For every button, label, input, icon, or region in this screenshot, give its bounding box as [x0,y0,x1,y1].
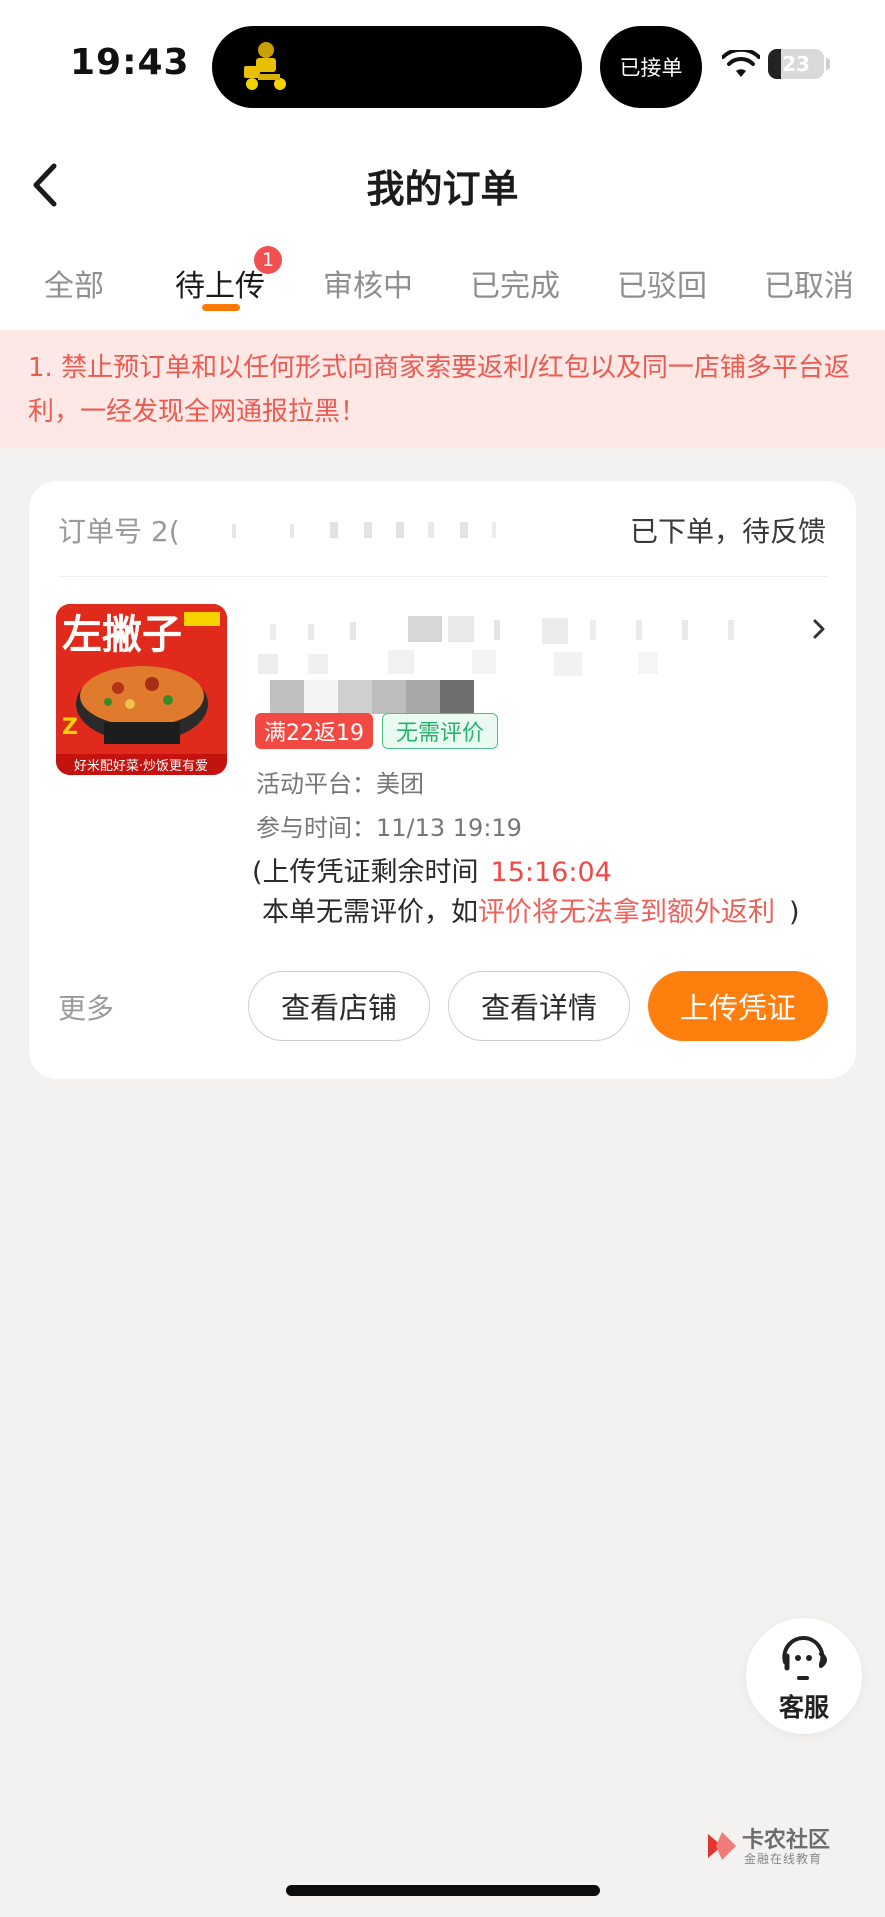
review-suffix: ) [789,897,800,928]
watermark-subtitle: 金融在线教育 [744,1852,823,1866]
view-shop-button[interactable]: 查看店铺 [248,971,430,1041]
rebate-tag: 满22返19 [255,713,373,749]
view-detail-button[interactable]: 查看详情 [448,971,630,1041]
battery-level [768,49,781,79]
battery-percent: 23 [782,52,810,76]
notice-text: 1. 禁止预订单和以任何形式向商家索要返利/红包以及同一店铺多平台返利，一经发现… [28,353,850,427]
upload-countdown-line: (上传凭证剩余时间 15:16:04 [252,850,612,889]
watermark-logo-icon [708,1832,736,1860]
more-button[interactable]: 更多 [58,987,114,1027]
tab-reviewing[interactable]: 审核中 [323,261,413,305]
activity-platform: 活动平台：美团 [256,770,424,798]
battery-cap [826,58,830,70]
review-warning-line: 本单无需评价，如评价将无法拿到额外返利) [262,890,800,929]
countdown-timer: 15:16:04 [490,857,612,888]
upload-proof-button[interactable]: 上传凭证 [648,971,828,1041]
chevron-right-icon[interactable] [812,618,826,640]
no-review-tag: 无需评价 [382,713,498,749]
tab-all[interactable]: 全部 [44,261,104,305]
redacted-shop-name [258,616,734,676]
tab-badge: 1 [254,246,282,274]
order-number: 订单号 2( [58,515,180,548]
divider [58,576,828,577]
tab-pending-upload[interactable]: 待上传 [175,261,265,305]
countdown-label: (上传凭证剩余时间 [252,857,479,888]
tab-completed[interactable]: 已完成 [470,261,560,305]
thumbnail-caption: 好米配好菜·炒饭更有爱 [74,759,208,774]
tab-cancelled[interactable]: 已取消 [764,261,854,305]
page-title: 我的订单 [366,167,519,211]
live-activity-pill[interactable]: 已接单 [600,26,702,108]
order-status: 已下单，待反馈 [629,515,826,548]
wifi-icon [722,50,760,77]
redacted-blocks [270,680,474,714]
join-time: 参与时间：11/13 19:19 [256,814,522,842]
tab-rejected[interactable]: 已驳回 [617,261,707,305]
svg-text:Z: Z [62,715,78,740]
headset-icon [782,1636,827,1680]
home-indicator[interactable] [286,1885,600,1896]
customer-service-label: 客服 [778,1693,829,1722]
review-prefix: 本单无需评价，如 [262,897,478,928]
status-time: 19:43 [70,42,190,83]
battery-icon: 23 [768,49,824,79]
redacted-order-number [232,522,496,538]
delivery-rider-icon [244,42,286,90]
thumbnail-brand-text: 左撇子 [62,612,182,658]
shop-thumbnail[interactable]: 左撇子 Z 好米配好菜·炒饭更有爱 [56,604,227,775]
tab-active-indicator [202,304,240,311]
review-warning: 评价将无法拿到额外返利 [478,897,775,928]
